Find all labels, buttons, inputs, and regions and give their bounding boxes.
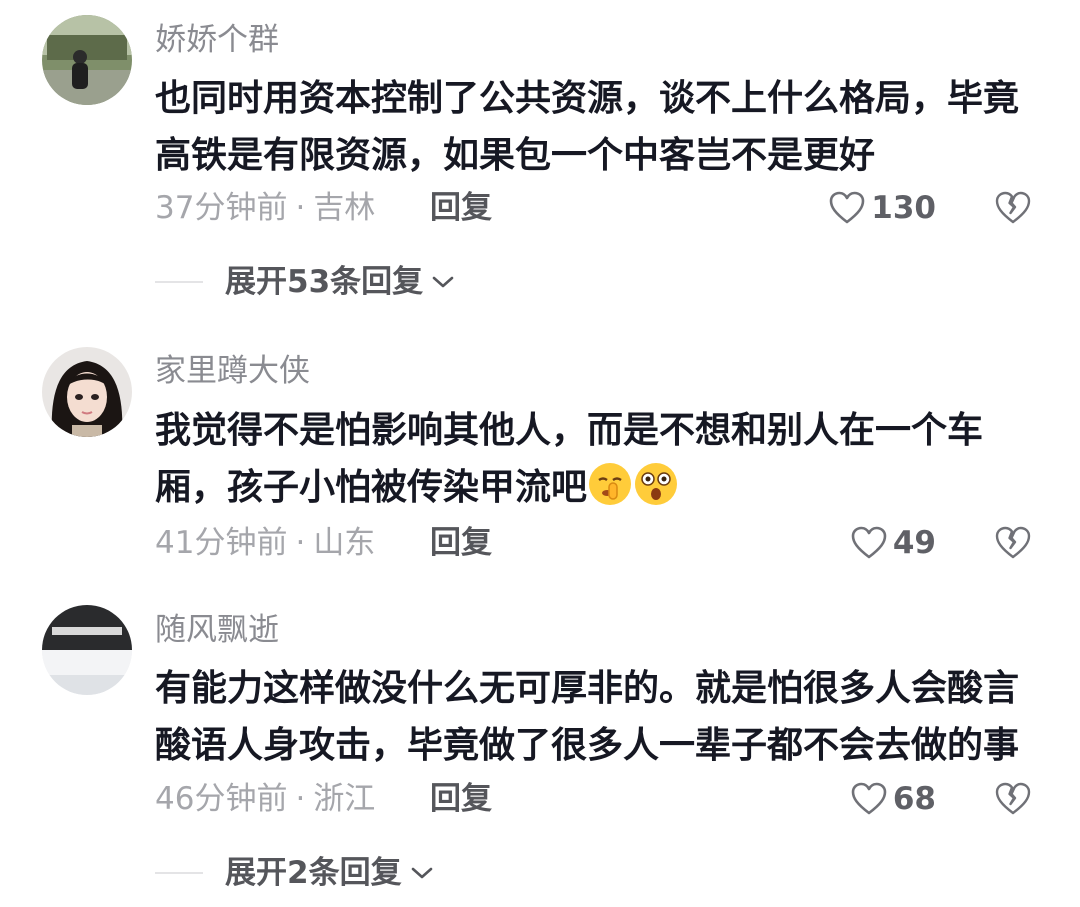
username[interactable]: 娇娇个群: [155, 22, 279, 58]
comment-text-line: 有能力这样做没什么无可厚非的。就是怕很多人会酸言: [155, 668, 1020, 709]
heart-outline-icon: [851, 782, 887, 815]
expand-replies-label: 展开2条回复: [225, 855, 402, 891]
avatar[interactable]: [42, 605, 132, 695]
like-count: 130: [871, 190, 936, 226]
timestamp: 41分钟前: [155, 525, 288, 561]
broken-heart-icon[interactable]: [995, 781, 1031, 817]
chevron-down-icon: [411, 867, 432, 879]
comment-text-line: 也同时用资本控制了公共资源，谈不上什么格局，毕竟: [155, 78, 1020, 119]
reply-button[interactable]: 回复: [430, 188, 492, 228]
expand-replies[interactable]: 展开2条回复: [155, 853, 434, 893]
avatar[interactable]: [42, 347, 132, 437]
location: 山东: [313, 525, 376, 561]
comment-meta: 46分钟前 · 浙江: [155, 779, 375, 819]
divider-line: [155, 872, 203, 874]
shushing-face-icon: [589, 463, 632, 505]
meta-separator: ·: [295, 781, 306, 817]
expand-replies-label: 展开53条回复: [225, 264, 424, 300]
reply-button[interactable]: 回复: [430, 779, 492, 819]
shocked-face-icon: [635, 463, 678, 505]
avatar[interactable]: [42, 15, 132, 105]
comment-text-fragment: 厢，孩子小怕被传染甲流吧: [155, 467, 588, 508]
like-count: 68: [892, 781, 936, 817]
like-button[interactable]: 130: [829, 188, 936, 228]
username[interactable]: 家里蹲大侠: [155, 353, 310, 389]
comment-text-line: 我觉得不是怕影响其他人，而是不想和别人在一个车: [155, 410, 984, 451]
comment-text: 有能力这样做没什么无可厚非的。就是怕很多人会酸言 酸语人身攻击，毕竟做了很多人一…: [155, 660, 1055, 774]
broken-heart-icon[interactable]: [995, 525, 1031, 561]
comment-text: 也同时用资本控制了公共资源，谈不上什么格局，毕竟 高铁是有限资源，如果包一个中客…: [155, 70, 1055, 184]
meta-separator: ·: [295, 525, 306, 561]
comment-text-line: 酸语人身攻击，毕竟做了很多人一辈子都不会去做的事: [155, 725, 1020, 766]
comment-text: 我觉得不是怕影响其他人，而是不想和别人在一个车 厢，孩子小怕被传染甲流吧: [155, 402, 1055, 516]
location: 吉林: [313, 190, 376, 226]
timestamp: 37分钟前: [155, 190, 288, 226]
divider-line: [155, 281, 203, 283]
comment-meta: 41分钟前 · 山东: [155, 523, 375, 563]
like-count: 49: [892, 525, 936, 561]
chevron-down-icon: [432, 276, 454, 288]
location: 浙江: [313, 781, 376, 817]
comment-text-line: 厢，孩子小怕被传染甲流吧: [155, 459, 1055, 516]
comment-meta: 37分钟前 · 吉林: [155, 188, 375, 228]
heart-outline-icon: [851, 526, 887, 559]
heart-outline-icon: [829, 191, 865, 224]
meta-separator: ·: [295, 190, 306, 226]
expand-replies[interactable]: 展开53条回复: [155, 262, 455, 302]
reply-button[interactable]: 回复: [430, 523, 492, 563]
like-button[interactable]: 68: [851, 779, 936, 819]
like-button[interactable]: 49: [851, 523, 936, 563]
username[interactable]: 随风飘逝: [155, 612, 279, 648]
timestamp: 46分钟前: [155, 781, 288, 817]
comment-text-line: 高铁是有限资源，如果包一个中客岂不是更好: [155, 135, 876, 176]
broken-heart-icon[interactable]: [995, 190, 1031, 226]
